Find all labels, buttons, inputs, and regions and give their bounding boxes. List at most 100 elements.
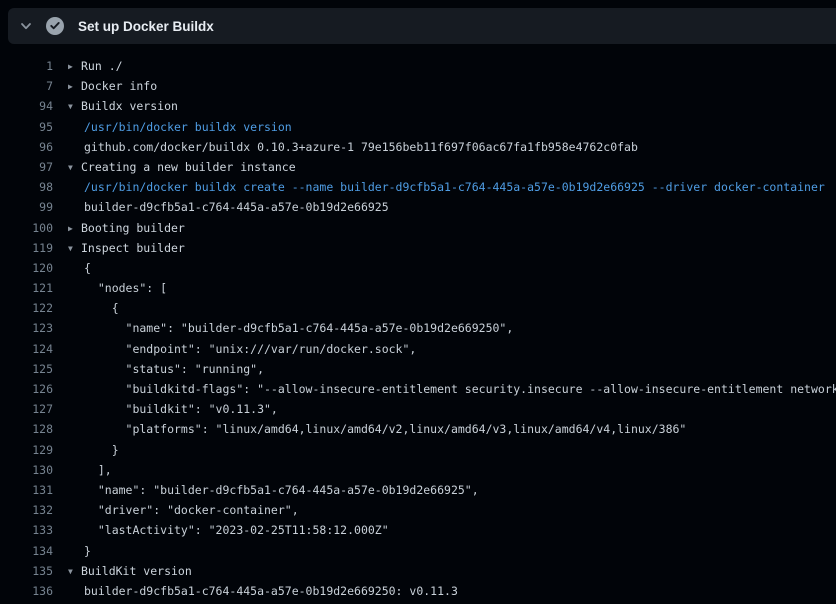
log-line-content: "buildkitd-flags": "--allow-insecure-ent… [68, 379, 836, 399]
line-number[interactable]: 95 [0, 117, 53, 137]
line-number[interactable]: 120 [0, 258, 53, 278]
line-number[interactable]: 130 [0, 460, 53, 480]
log-line: 123 "name": "builder-d9cfb5a1-c764-445a-… [0, 318, 836, 338]
log-line: 99 builder-d9cfb5a1-c764-445a-a57e-0b19d… [0, 197, 836, 217]
line-number[interactable]: 128 [0, 419, 53, 439]
line-number[interactable]: 134 [0, 541, 53, 561]
log-line-content: { [68, 258, 91, 278]
log-line: 134 } [0, 541, 836, 561]
chevron-down-icon[interactable] [14, 14, 38, 38]
triangle-expanded-icon[interactable]: ▼ [68, 239, 81, 258]
log-text: "endpoint": "unix:///var/run/docker.sock… [84, 342, 416, 356]
line-number[interactable]: 7 [0, 76, 53, 96]
line-number[interactable]: 99 [0, 197, 53, 217]
log-group-header[interactable]: 135 ▼BuildKit version [0, 561, 836, 581]
log-line: 128 "platforms": "linux/amd64,linux/amd6… [0, 419, 836, 439]
log-line-content: "name": "builder-d9cfb5a1-c764-445a-a57e… [68, 318, 513, 338]
triangle-expanded-icon[interactable]: ▼ [68, 158, 81, 177]
log-text: "driver": "docker-container", [84, 503, 299, 517]
log-line: 95 /usr/bin/docker buildx version [0, 117, 836, 137]
log-line-content: "driver": "docker-container", [68, 500, 299, 520]
log-line-content: ▼Buildx version [68, 96, 178, 116]
log-line: 120 { [0, 258, 836, 278]
log-line-content: "platforms": "linux/amd64,linux/amd64/v2… [68, 419, 686, 439]
log-line-content: github.com/docker/buildx 0.10.3+azure-1 … [68, 137, 638, 157]
line-number[interactable]: 96 [0, 137, 53, 157]
line-number[interactable]: 121 [0, 278, 53, 298]
log-text: /usr/bin/docker buildx version [84, 120, 292, 134]
log-text: { [84, 301, 119, 315]
line-number[interactable]: 129 [0, 440, 53, 460]
log-line-content: ▶Docker info [68, 76, 157, 96]
line-number[interactable]: 119 [0, 238, 53, 258]
line-number[interactable]: 98 [0, 177, 53, 197]
log-line-content: "name": "builder-d9cfb5a1-c764-445a-a57e… [68, 480, 479, 500]
line-number[interactable]: 131 [0, 480, 53, 500]
log-line-content: /usr/bin/docker buildx version [68, 117, 292, 137]
log-text: } [84, 544, 91, 558]
log-text: builder-d9cfb5a1-c764-445a-a57e-0b19d2e6… [84, 584, 458, 598]
triangle-collapsed-icon[interactable]: ▶ [68, 77, 81, 96]
log-line-content: "endpoint": "unix:///var/run/docker.sock… [68, 339, 416, 359]
log-line-content: ▶Booting builder [68, 218, 185, 238]
log-line: 125 "status": "running", [0, 359, 836, 379]
log-line-content: builder-d9cfb5a1-c764-445a-a57e-0b19d2e6… [68, 581, 458, 601]
triangle-expanded-icon[interactable]: ▼ [68, 562, 81, 581]
log-text: Run ./ [81, 59, 123, 73]
chevron-down-glyph [20, 20, 32, 32]
line-number[interactable]: 132 [0, 500, 53, 520]
triangle-collapsed-icon[interactable]: ▶ [68, 219, 81, 238]
log-text: Booting builder [81, 221, 185, 235]
log-text: } [84, 443, 119, 457]
line-number[interactable]: 126 [0, 379, 53, 399]
log-line: 122 { [0, 298, 836, 318]
line-number[interactable]: 136 [0, 581, 53, 601]
log-line-content: } [68, 440, 119, 460]
log-line-content: ▶Run ./ [68, 56, 123, 76]
log-line-content: } [68, 541, 91, 561]
log-group-header[interactable]: 1 ▶Run ./ [0, 56, 836, 76]
log-text: Docker info [81, 79, 157, 93]
log-group-header[interactable]: 100 ▶Booting builder [0, 218, 836, 238]
line-number[interactable]: 1 [0, 56, 53, 76]
log-output: 1 ▶Run ./ 7 ▶Docker info 94 ▼Buildx vers… [0, 56, 836, 601]
log-text: { [84, 261, 91, 275]
log-text: builder-d9cfb5a1-c764-445a-a57e-0b19d2e6… [84, 200, 389, 214]
log-line: 131 "name": "builder-d9cfb5a1-c764-445a-… [0, 480, 836, 500]
log-text: /usr/bin/docker buildx create --name bui… [84, 180, 825, 194]
log-text: "status": "running", [84, 362, 264, 376]
log-group-header[interactable]: 94 ▼Buildx version [0, 96, 836, 116]
log-group-header[interactable]: 7 ▶Docker info [0, 76, 836, 96]
step-header[interactable]: Set up Docker Buildx [8, 8, 836, 44]
log-line-content: "nodes": [ [68, 278, 167, 298]
log-line-content: ▼Creating a new builder instance [68, 157, 296, 177]
log-text: ], [84, 463, 112, 477]
log-line: 124 "endpoint": "unix:///var/run/docker.… [0, 339, 836, 359]
line-number[interactable]: 127 [0, 399, 53, 419]
log-line: 136 builder-d9cfb5a1-c764-445a-a57e-0b19… [0, 581, 836, 601]
log-text: "lastActivity": "2023-02-25T11:58:12.000… [84, 523, 389, 537]
line-number[interactable]: 122 [0, 298, 53, 318]
line-number[interactable]: 125 [0, 359, 53, 379]
line-number[interactable]: 100 [0, 218, 53, 238]
line-number[interactable]: 124 [0, 339, 53, 359]
log-text: github.com/docker/buildx 0.10.3+azure-1 … [84, 140, 638, 154]
log-line: 127 "buildkit": "v0.11.3", [0, 399, 836, 419]
log-line-content: "status": "running", [68, 359, 264, 379]
line-number[interactable]: 97 [0, 157, 53, 177]
log-line-content: { [68, 298, 119, 318]
triangle-expanded-icon[interactable]: ▼ [68, 97, 81, 116]
log-line-content: ▼BuildKit version [68, 561, 192, 581]
line-number[interactable]: 135 [0, 561, 53, 581]
log-line-content: "buildkit": "v0.11.3", [68, 399, 278, 419]
log-text: "buildkitd-flags": "--allow-insecure-ent… [84, 382, 836, 396]
log-group-header[interactable]: 97 ▼Creating a new builder instance [0, 157, 836, 177]
step-title: Set up Docker Buildx [78, 19, 214, 34]
log-line: 132 "driver": "docker-container", [0, 500, 836, 520]
line-number[interactable]: 123 [0, 318, 53, 338]
log-group-header[interactable]: 119 ▼Inspect builder [0, 238, 836, 258]
line-number[interactable]: 94 [0, 96, 53, 116]
log-text: "nodes": [ [84, 281, 167, 295]
triangle-collapsed-icon[interactable]: ▶ [68, 57, 81, 76]
line-number[interactable]: 133 [0, 520, 53, 540]
